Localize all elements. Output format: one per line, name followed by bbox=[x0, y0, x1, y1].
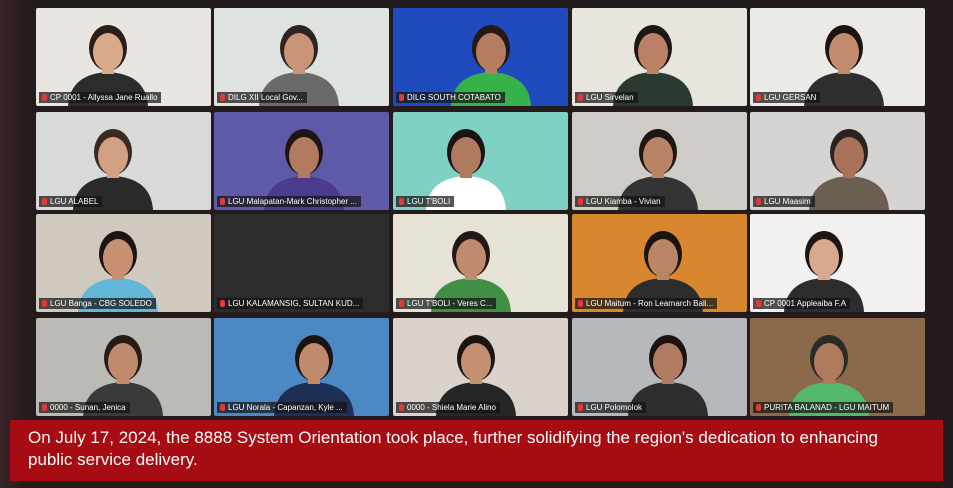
participant-name-label: 0000 - Shiela Marie Alino bbox=[396, 402, 500, 413]
mic-muted-icon bbox=[42, 404, 47, 411]
participant-name: LGU Sirvelan bbox=[586, 93, 634, 102]
participant-name: LGU Norala - Capanzan, Kyle ... bbox=[228, 403, 343, 412]
mic-muted-icon bbox=[756, 300, 761, 307]
participant-tile[interactable]: LGU Maasim bbox=[750, 112, 925, 210]
participant-name: LGU Malapatan-Mark Christopher ... bbox=[228, 197, 357, 206]
participant-tile[interactable]: DILG SOUTH COTABATO bbox=[393, 8, 568, 106]
participant-tile[interactable]: LGU T'BOLI - Veres C... bbox=[393, 214, 568, 312]
participant-tile[interactable]: CP 0001 Appleaiba F.A bbox=[750, 214, 925, 312]
participant-name-label: LGU KALAMANSIG, SULTAN KUD... bbox=[217, 298, 364, 309]
participant-tile[interactable]: LGU Polomolok bbox=[572, 318, 747, 416]
participant-name-label: CP 0001 Appleaiba F.A bbox=[753, 298, 851, 309]
mic-muted-icon bbox=[756, 404, 761, 411]
participant-name-label: LGU Maasim bbox=[753, 196, 815, 207]
participant-name: LGU Maasim bbox=[764, 197, 811, 206]
participant-name-label: LGU Norala - Capanzan, Kyle ... bbox=[217, 402, 347, 413]
mic-muted-icon bbox=[220, 404, 225, 411]
participant-name-label: LGU Sirvelan bbox=[575, 92, 638, 103]
participant-tile[interactable]: LGU GERSAN bbox=[750, 8, 925, 106]
participant-tile[interactable]: DILG XII Local Gov... bbox=[214, 8, 389, 106]
mic-muted-icon bbox=[399, 94, 404, 101]
participant-name: LGU Polomolok bbox=[586, 403, 643, 412]
participant-tile[interactable]: PURITA BALANAD - LGU MAITUM bbox=[750, 318, 925, 416]
mic-muted-icon bbox=[399, 198, 404, 205]
mic-muted-icon bbox=[756, 198, 761, 205]
mic-muted-icon bbox=[220, 94, 225, 101]
participant-name-label: LGU Banga - CBG SOLEDO bbox=[39, 298, 156, 309]
participant-name: LGU GERSAN bbox=[764, 93, 817, 102]
participant-tile[interactable]: LGU ALABEL bbox=[36, 112, 211, 210]
participant-name: CP 0001 - Allyssa Jane Ruallo bbox=[50, 93, 158, 102]
participant-name-label: 0000 - Sunan, Jenica bbox=[39, 402, 130, 413]
participant-grid: CP 0001 - Allyssa Jane Ruallo DILG XII Lo… bbox=[36, 8, 925, 418]
mic-muted-icon bbox=[578, 94, 583, 101]
participant-name: CP 0001 Appleaiba F.A bbox=[764, 299, 847, 308]
mic-muted-icon bbox=[42, 300, 47, 307]
participant-name-label: LGU Malapatan-Mark Christopher ... bbox=[217, 196, 361, 207]
participant-name: LGU Maitum - Ron Learnarch Bali... bbox=[586, 299, 714, 308]
participant-name-label: LGU T'BOLI bbox=[396, 196, 455, 207]
video-conference-screenshot: CP 0001 - Allyssa Jane Ruallo DILG XII Lo… bbox=[0, 0, 953, 488]
mic-muted-icon bbox=[220, 198, 225, 205]
participant-tile[interactable]: LGU Maitum - Ron Learnarch Bali... bbox=[572, 214, 747, 312]
mic-muted-icon bbox=[578, 198, 583, 205]
participant-name: 0000 - Shiela Marie Alino bbox=[407, 403, 496, 412]
participant-name: LGU T'BOLI bbox=[407, 197, 451, 206]
mic-muted-icon bbox=[42, 94, 47, 101]
participant-tile[interactable]: LGU Sirvelan bbox=[572, 8, 747, 106]
participant-name-label: LGU GERSAN bbox=[753, 92, 821, 103]
participant-tile[interactable]: 0000 - Sunan, Jenica bbox=[36, 318, 211, 416]
caption-text: On July 17, 2024, the 8888 System Orient… bbox=[28, 428, 878, 469]
participant-name: PURITA BALANAD - LGU MAITUM bbox=[764, 403, 890, 412]
participant-tile[interactable]: LGU Banga - CBG SOLEDO bbox=[36, 214, 211, 312]
participant-tile[interactable]: LGU Malapatan-Mark Christopher ... bbox=[214, 112, 389, 210]
mic-muted-icon bbox=[399, 404, 404, 411]
mic-muted-icon bbox=[220, 300, 225, 307]
participant-tile[interactable]: LGU KALAMANSIG, SULTAN KUD... bbox=[214, 214, 389, 312]
participant-name-label: CP 0001 - Allyssa Jane Ruallo bbox=[39, 92, 162, 103]
participant-name: DILG XII Local Gov... bbox=[228, 93, 303, 102]
participant-name-label: LGU ALABEL bbox=[39, 196, 103, 207]
participant-name-label: LGU Kiamba - Vivian bbox=[575, 196, 665, 207]
participant-name-label: DILG XII Local Gov... bbox=[217, 92, 307, 103]
mic-muted-icon bbox=[42, 198, 47, 205]
mic-muted-icon bbox=[756, 94, 761, 101]
participant-tile[interactable]: LGU Norala - Capanzan, Kyle ... bbox=[214, 318, 389, 416]
participant-name: 0000 - Sunan, Jenica bbox=[50, 403, 126, 412]
participant-name-label: DILG SOUTH COTABATO bbox=[396, 92, 505, 103]
mic-muted-icon bbox=[578, 300, 583, 307]
participant-tile[interactable]: LGU Kiamba - Vivian bbox=[572, 112, 747, 210]
participant-name-label: PURITA BALANAD - LGU MAITUM bbox=[753, 402, 894, 413]
participant-name-label: LGU Polomolok bbox=[575, 402, 647, 413]
participant-name-label: LGU T'BOLI - Veres C... bbox=[396, 298, 497, 309]
participant-name: LGU KALAMANSIG, SULTAN KUD... bbox=[228, 299, 360, 308]
participant-tile[interactable]: 0000 - Shiela Marie Alino bbox=[393, 318, 568, 416]
participant-name: DILG SOUTH COTABATO bbox=[407, 93, 501, 102]
participant-tile[interactable]: CP 0001 - Allyssa Jane Ruallo bbox=[36, 8, 211, 106]
participant-name-label: LGU Maitum - Ron Learnarch Bali... bbox=[575, 298, 718, 309]
caption-banner: On July 17, 2024, the 8888 System Orient… bbox=[10, 420, 943, 481]
participant-name: LGU T'BOLI - Veres C... bbox=[407, 299, 493, 308]
mic-muted-icon bbox=[578, 404, 583, 411]
participant-name: LGU ALABEL bbox=[50, 197, 99, 206]
participant-name: LGU Banga - CBG SOLEDO bbox=[50, 299, 152, 308]
mic-muted-icon bbox=[399, 300, 404, 307]
participant-name: LGU Kiamba - Vivian bbox=[586, 197, 661, 206]
participant-tile[interactable]: LGU T'BOLI bbox=[393, 112, 568, 210]
